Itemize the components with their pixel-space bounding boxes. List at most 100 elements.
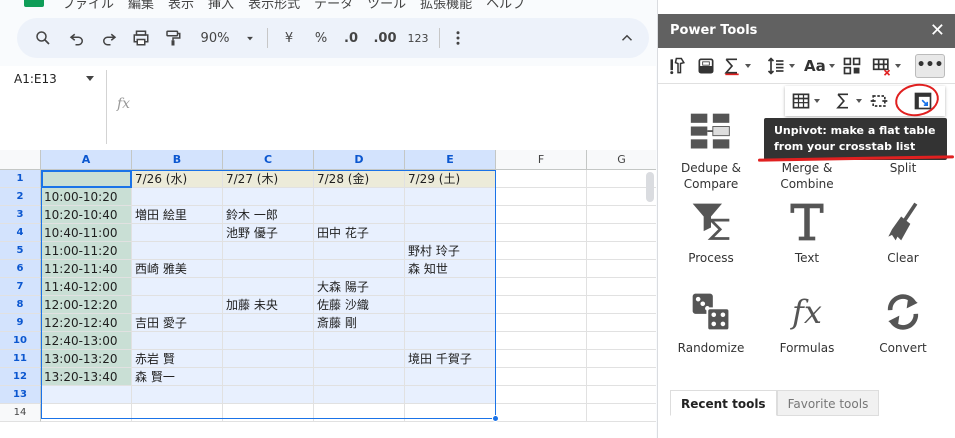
row-header[interactable]: 13	[0, 386, 41, 404]
grid-cell[interactable]	[587, 278, 656, 296]
menu-item[interactable]: 拡張機能	[420, 0, 472, 12]
grid-cell[interactable]	[496, 386, 587, 404]
column-header[interactable]: G	[587, 150, 656, 170]
tool-formulas[interactable]: fx Formulas	[759, 288, 855, 356]
grid-cell[interactable]	[314, 206, 405, 224]
fill-handle[interactable]	[492, 415, 499, 422]
grid-cell[interactable]	[223, 278, 314, 296]
grid-cell[interactable]: 斎藤 剛	[314, 314, 405, 332]
tool-text[interactable]: Text	[759, 198, 855, 266]
grid-cell[interactable]: 鈴木 一郎	[223, 206, 314, 224]
grid-cell[interactable]	[314, 242, 405, 260]
text-case-dropdown[interactable]: Aa	[804, 54, 835, 78]
grid-cell[interactable]	[223, 368, 314, 386]
grid-cell[interactable]	[405, 332, 496, 350]
row-header[interactable]: 1	[0, 170, 41, 188]
row-header[interactable]: 4	[0, 224, 41, 242]
grid-cell[interactable]	[587, 350, 656, 368]
grid-cell[interactable]: 大森 陽子	[314, 278, 405, 296]
percent-format-button[interactable]: %	[311, 26, 331, 50]
grid-cell[interactable]	[132, 242, 223, 260]
row-header[interactable]: 2	[0, 188, 41, 206]
grid-cell[interactable]: 7/29 (土)	[405, 170, 496, 188]
grid-cell[interactable]: 加藤 未央	[223, 296, 314, 314]
menu-item[interactable]: データ	[314, 0, 353, 12]
menu-item[interactable]: 挿入	[208, 0, 234, 12]
row-header[interactable]: 8	[0, 296, 41, 314]
redo-icon[interactable]	[97, 26, 121, 50]
grid-cell[interactable]: 森 賢一	[132, 368, 223, 386]
grid-cell[interactable]	[223, 242, 314, 260]
grid-cell[interactable]: 吉田 愛子	[132, 314, 223, 332]
grid-cell[interactable]: 西崎 雅美	[132, 260, 223, 278]
menu-item[interactable]: ファイル	[62, 0, 114, 12]
search-menus-icon[interactable]	[31, 26, 55, 50]
grid-cell[interactable]	[41, 404, 132, 422]
grid-cell[interactable]	[223, 386, 314, 404]
row-header[interactable]: 7	[0, 278, 41, 296]
grid-cell[interactable]	[405, 224, 496, 242]
grid-cell[interactable]	[314, 404, 405, 422]
grid-cell[interactable]	[132, 188, 223, 206]
grid-cell[interactable]	[587, 314, 656, 332]
grid-cell[interactable]	[132, 386, 223, 404]
print-icon[interactable]	[129, 26, 153, 50]
grid-cell[interactable]: 10:00-10:20	[41, 188, 132, 206]
grid-cell[interactable]: 7/28 (金)	[314, 170, 405, 188]
grid-cell[interactable]	[132, 296, 223, 314]
wizard-icon[interactable]	[668, 54, 688, 78]
grid-cell[interactable]	[587, 404, 656, 422]
tab-recent-tools[interactable]: Recent tools	[670, 390, 777, 416]
name-box-dropdown-icon[interactable]	[86, 76, 94, 81]
grid-cell[interactable]	[314, 386, 405, 404]
grid-cell[interactable]	[496, 278, 587, 296]
column-header[interactable]: B	[132, 150, 223, 170]
increase-decimal-button[interactable]: .00	[371, 26, 399, 50]
table-remove-dropdown[interactable]	[872, 54, 901, 78]
currency-format-button[interactable]: ¥	[279, 26, 299, 50]
grid-cell[interactable]	[223, 332, 314, 350]
select-all-corner[interactable]	[0, 150, 41, 170]
tool-convert[interactable]: Convert	[855, 288, 951, 356]
undo-icon[interactable]	[65, 26, 89, 50]
more-tools-button[interactable]: •••	[915, 54, 945, 78]
tab-favorite-tools[interactable]: Favorite tools	[776, 390, 880, 416]
grid-cell[interactable]	[587, 368, 656, 386]
grid-cell[interactable]	[132, 224, 223, 242]
grid-cell[interactable]: 境田 千賀子	[405, 350, 496, 368]
grid-cell[interactable]: 森 知世	[405, 260, 496, 278]
column-header[interactable]: D	[314, 150, 405, 170]
grid-cell[interactable]	[496, 260, 587, 278]
grid-cell[interactable]	[314, 260, 405, 278]
grid-cell[interactable]	[132, 332, 223, 350]
grid-cell[interactable]	[496, 188, 587, 206]
menu-item[interactable]: 表示形式	[248, 0, 300, 12]
grid-cell[interactable]: 野村 玲子	[405, 242, 496, 260]
menu-item[interactable]: ツール	[367, 0, 406, 12]
row-header[interactable]: 12	[0, 368, 41, 386]
row-header[interactable]: 5	[0, 242, 41, 260]
grid-cell[interactable]	[223, 314, 314, 332]
grid-cell[interactable]	[405, 278, 496, 296]
grid-cell[interactable]	[496, 170, 587, 188]
column-header[interactable]: F	[496, 150, 587, 170]
grid-cell[interactable]	[405, 206, 496, 224]
grid-cell[interactable]	[223, 404, 314, 422]
grid-cell[interactable]: 7/27 (木)	[223, 170, 314, 188]
grid-cell[interactable]	[314, 332, 405, 350]
close-icon[interactable]: ✕	[930, 14, 945, 48]
grid-cell[interactable]	[314, 350, 405, 368]
grid-cell[interactable]	[587, 296, 656, 314]
grid-cell[interactable]	[587, 242, 656, 260]
tray-icon[interactable]	[696, 54, 716, 78]
tool-dedupe[interactable]: Dedupe & Compare	[663, 108, 759, 192]
collapse-menus-icon[interactable]	[615, 26, 639, 50]
grid-cell[interactable]	[405, 368, 496, 386]
row-header[interactable]: 10	[0, 332, 41, 350]
grid-cell[interactable]: 12:40-13:00	[41, 332, 132, 350]
grid-cell[interactable]	[587, 224, 656, 242]
column-header[interactable]: E	[405, 150, 496, 170]
grid-cell[interactable]	[587, 386, 656, 404]
zoom-dropdown-icon[interactable]	[243, 26, 257, 50]
grid-cell[interactable]	[587, 332, 656, 350]
